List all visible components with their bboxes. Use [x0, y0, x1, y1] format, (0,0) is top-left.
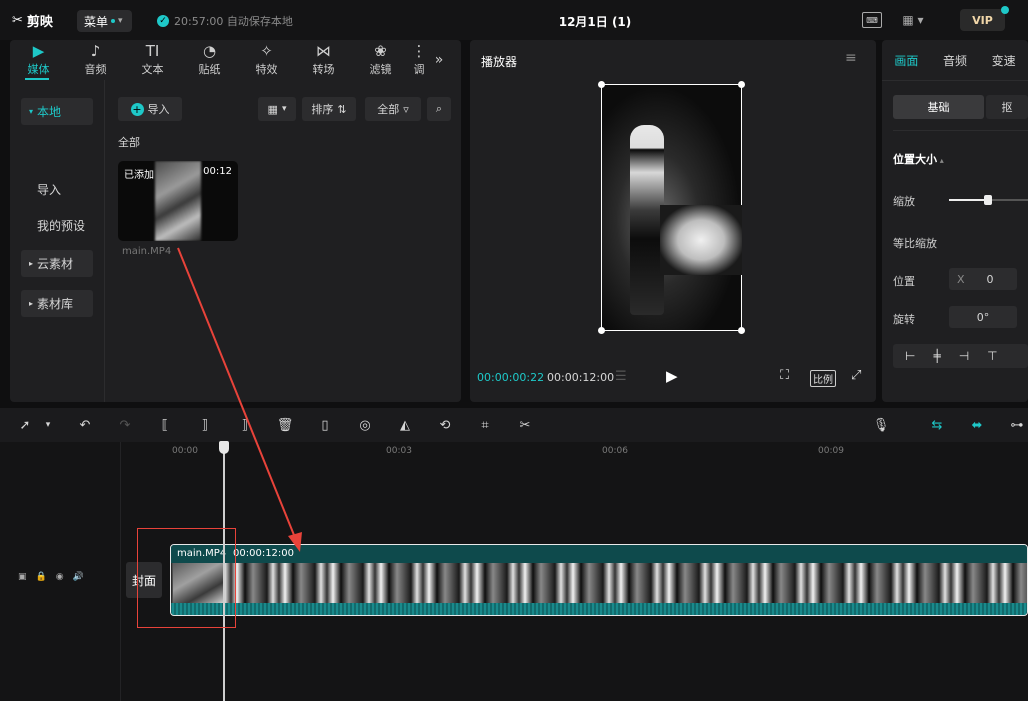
annotation-arrow [177, 247, 302, 552]
